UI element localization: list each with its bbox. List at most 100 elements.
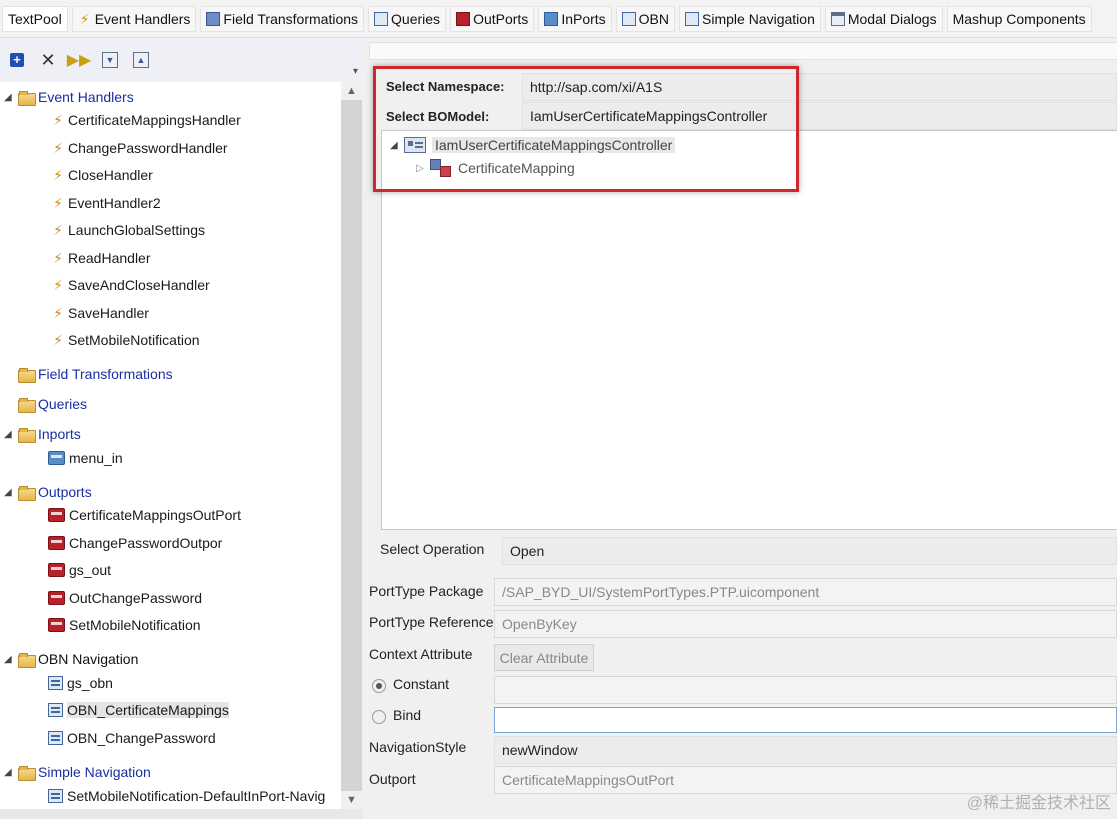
outport-value: CertificateMappingsOutPort: [502, 772, 674, 788]
tree-item-event-handler[interactable]: ⚡ LaunchGlobalSettings: [52, 219, 205, 241]
tree-folder-obn-navigation[interactable]: ◢ OBN Navigation: [4, 648, 138, 670]
tree-folder-event-handlers[interactable]: ◢ Event Handlers: [4, 86, 134, 108]
tab-label: Modal Dialogs: [847, 10, 937, 27]
tree-item-inport[interactable]: menu_in: [48, 447, 123, 469]
tree-item-obn-selected[interactable]: OBN_CertificateMappings: [48, 699, 229, 721]
tab-label: InPorts: [561, 10, 606, 27]
transform-icon: [206, 11, 221, 26]
tab-inports[interactable]: InPorts: [538, 5, 612, 32]
tree-item-outport[interactable]: SetMobileNotification: [48, 614, 201, 636]
tree-folder-outports[interactable]: ◢ Outports: [4, 481, 92, 503]
tree-item-event-handler[interactable]: ⚡ SaveAndCloseHandler: [52, 274, 210, 296]
tree-item-outport[interactable]: OutChangePassword: [48, 587, 202, 609]
folder-icon: [18, 397, 36, 413]
lightning-icon: ⚡: [53, 112, 63, 128]
navigation-style-label: NavigationStyle: [369, 739, 467, 755]
tree-item-outport[interactable]: CertificateMappingsOutPort: [48, 504, 241, 526]
obn-icon: [48, 676, 63, 690]
plus-icon: +: [10, 53, 24, 67]
tree-item-event-handler[interactable]: ⚡ ChangePasswordHandler: [52, 137, 227, 159]
tree-item-label: SaveHandler: [68, 305, 149, 321]
view-menu-arrow[interactable]: ▾: [353, 66, 358, 77]
tab-queries[interactable]: Queries: [368, 5, 447, 32]
tab-label: Simple Navigation: [702, 10, 815, 27]
tree-item-simple-navigation[interactable]: SetMobileNotification-DefaultInPort-Navi…: [48, 785, 325, 807]
add-button[interactable]: +: [6, 49, 28, 71]
tree-folder-label: Simple Navigation: [38, 764, 151, 780]
tab-label: TextPool: [8, 10, 62, 27]
porttype-package-label: PortType Package: [369, 583, 484, 599]
constant-field[interactable]: [494, 676, 1117, 704]
porttype-reference-label: PortType Reference: [369, 614, 494, 630]
bind-field[interactable]: [494, 707, 1117, 733]
tab-outports[interactable]: OutPorts: [450, 5, 535, 32]
constant-label: Constant: [393, 676, 450, 692]
tree-item-event-handler[interactable]: ⚡ ReadHandler: [52, 247, 151, 269]
porttype-reference-field[interactable]: OpenByKey: [494, 610, 1117, 638]
bind-radio[interactable]: [372, 710, 386, 724]
tree-item-obn[interactable]: OBN_ChangePassword: [48, 727, 216, 749]
tree-item-label: menu_in: [69, 450, 123, 466]
tree-item-event-handler[interactable]: ⚡ CloseHandler: [52, 164, 153, 186]
tree-item-obn[interactable]: gs_obn: [48, 672, 113, 694]
obn-icon: [48, 703, 63, 717]
collapse-arrow-icon[interactable]: ◢: [4, 767, 18, 778]
collapse-all-button[interactable]: ▲: [130, 49, 152, 71]
tree-folder-inports[interactable]: ◢ Inports: [4, 423, 81, 445]
tab-mashup-components[interactable]: Mashup Components: [946, 5, 1092, 32]
tab-textpool[interactable]: TextPool: [2, 5, 68, 32]
folder-icon: [18, 367, 36, 383]
component-tree: ◢ Event Handlers ⚡ CertificateMappingsHan…: [0, 82, 341, 809]
collapse-arrow-icon[interactable]: ◢: [4, 429, 18, 440]
tree-vertical-scrollbar[interactable]: ▲ ▼: [341, 82, 362, 809]
collapse-arrow-icon[interactable]: ◢: [4, 654, 18, 665]
tree-item-label: ReadHandler: [68, 250, 151, 266]
porttype-package-field[interactable]: /SAP_BYD_UI/SystemPortTypes.PTP.uicompon…: [494, 578, 1117, 606]
tab-field-transformations[interactable]: Field Transformations: [200, 5, 365, 32]
tab-simple-navigation[interactable]: Simple Navigation: [679, 5, 821, 32]
tree-folder-simple-navigation[interactable]: ◢ Simple Navigation: [4, 761, 151, 783]
generate-button[interactable]: ▶▶: [67, 49, 92, 71]
navigation-style-select[interactable]: newWindow: [494, 736, 1117, 764]
tree-item-event-handler[interactable]: ⚡ EventHandler2: [52, 192, 161, 214]
constant-radio[interactable]: [372, 679, 386, 693]
operation-select[interactable]: Open: [502, 537, 1117, 565]
tree-horizontal-scrollbar[interactable]: [0, 809, 362, 819]
tree-folder-queries[interactable]: Queries: [4, 393, 87, 415]
obn-icon: [48, 731, 63, 745]
close-icon: ✕: [40, 49, 56, 70]
tree-folder-label: Field Transformations: [38, 366, 173, 382]
tree-item-label: ChangePasswordOutpor: [69, 535, 223, 551]
scroll-up-icon[interactable]: ▲: [341, 82, 362, 100]
lightning-icon: ⚡: [53, 332, 63, 348]
highlight-box: [373, 66, 799, 192]
tab-label: OBN: [638, 10, 670, 27]
collapse-all-icon: ▲: [133, 52, 149, 68]
collapse-arrow-icon[interactable]: ◢: [4, 92, 18, 103]
outport-icon: [48, 618, 65, 632]
tab-label: Queries: [391, 10, 441, 27]
expand-all-button[interactable]: ▼: [99, 49, 121, 71]
tree-item-outport[interactable]: ChangePasswordOutpor: [48, 532, 222, 554]
tree-item-event-handler[interactable]: ⚡ CertificateMappingsHandler: [52, 109, 241, 131]
outport-icon: [48, 508, 65, 522]
tab-obn[interactable]: OBN: [615, 5, 676, 32]
tab-label: Event Handlers: [94, 10, 191, 27]
tree-item-label: OBN_CertificateMappings: [67, 702, 229, 718]
query-icon: [374, 11, 389, 26]
folder-icon: [18, 765, 36, 781]
tree-item-label: OBN_ChangePassword: [67, 730, 216, 746]
scroll-down-icon[interactable]: ▼: [341, 791, 362, 809]
tree-item-event-handler[interactable]: ⚡ SetMobileNotification: [52, 329, 199, 351]
delete-button[interactable]: ✕: [37, 49, 59, 71]
tab-modal-dialogs[interactable]: Modal Dialogs: [824, 5, 943, 32]
tree-item-event-handler[interactable]: ⚡ SaveHandler: [52, 302, 149, 324]
tree-item-outport[interactable]: gs_out: [48, 559, 111, 581]
tab-event-handlers[interactable]: ⚡ Event Handlers: [71, 5, 197, 32]
expand-all-icon: ▼: [102, 52, 118, 68]
tree-folder-field-transformations[interactable]: Field Transformations: [4, 363, 173, 385]
collapse-arrow-icon[interactable]: ◢: [4, 487, 18, 498]
lightning-icon: ⚡: [53, 140, 63, 156]
clear-attribute-button[interactable]: Clear Attribute: [494, 644, 594, 671]
lightning-icon: ⚡: [53, 305, 63, 321]
